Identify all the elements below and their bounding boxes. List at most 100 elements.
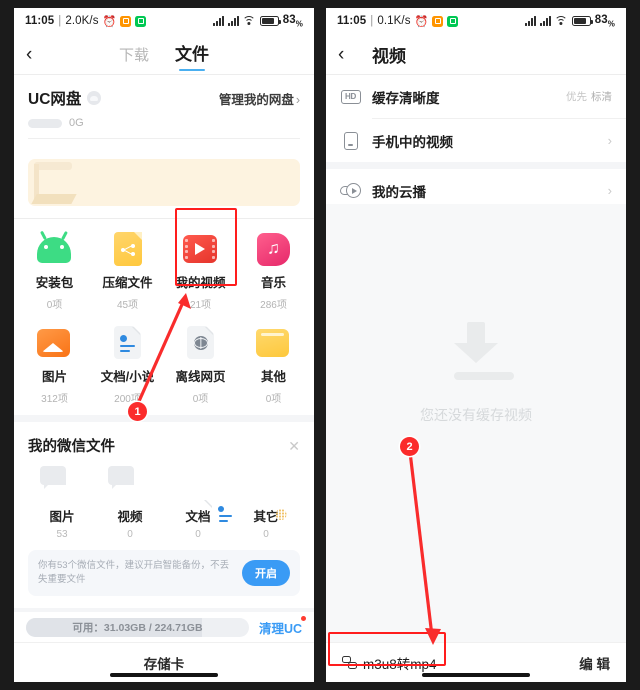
wechat-document-icon bbox=[180, 466, 232, 523]
right-section-gap bbox=[326, 162, 626, 169]
promo-banner-wrap[interactable] bbox=[14, 148, 314, 218]
tab-storage-card[interactable]: 存储卡 bbox=[144, 653, 185, 673]
alarm-icon: ⏰ bbox=[102, 15, 117, 28]
wechat-item-label: 图片 bbox=[49, 510, 75, 524]
battery-percent: 83% bbox=[595, 14, 615, 28]
row-value: 优先 标清 bbox=[566, 89, 612, 104]
status-left-group: 11:05 | 0.1K/s ⏰ bbox=[337, 15, 525, 28]
orange-app-icon bbox=[432, 15, 444, 27]
battery-icon bbox=[259, 15, 281, 26]
category-pictures[interactable]: 图片 312项 bbox=[18, 325, 91, 405]
uc-disk-size: 0G bbox=[69, 117, 84, 129]
hd-quality-icon: HD bbox=[340, 86, 361, 107]
uc-disk-usage: 0G bbox=[28, 117, 300, 129]
uc-disk-title: UC网盘 bbox=[28, 91, 82, 108]
category-count: 312项 bbox=[41, 394, 68, 405]
promo-banner[interactable] bbox=[28, 159, 300, 206]
category-archive[interactable]: 压缩文件 45项 bbox=[91, 231, 164, 311]
signal-bars-icon-1 bbox=[524, 15, 536, 26]
category-label: 安装包 bbox=[35, 276, 74, 290]
music-note-icon bbox=[256, 231, 292, 267]
home-indicator bbox=[110, 673, 218, 677]
wechat-item-count: 0 bbox=[127, 529, 133, 540]
wechat-item-other[interactable]: 其它 0 bbox=[232, 466, 300, 540]
android-apk-icon bbox=[36, 231, 73, 267]
wechat-other-folder-icon bbox=[248, 466, 284, 502]
left-phone-screen: 11:05 | 2.0K/s ⏰ 83% ‹ 下载 文件 UC网盘 管理我的网盘… bbox=[14, 8, 314, 682]
status-network-speed: 2.0K/s bbox=[65, 15, 99, 27]
clean-uc-label: 清理UC bbox=[258, 621, 302, 636]
wechat-backup-tip: 你有53个微信文件，建议开启智能备份，不丢失重要文件 开启 bbox=[28, 550, 300, 596]
wechat-item-label: 文档 bbox=[185, 510, 211, 524]
clean-uc-button[interactable]: 清理UC bbox=[258, 615, 306, 637]
wechat-item-count: 53 bbox=[56, 529, 68, 540]
category-offline-web[interactable]: 离线网页 0项 bbox=[164, 325, 237, 405]
m3u8-convert-button[interactable]: m3u8转mp4 bbox=[342, 653, 437, 673]
storage-bar: 可用：31.03GB / 224.71GB 清理UC bbox=[14, 612, 314, 642]
cloud-icon bbox=[87, 91, 102, 105]
enable-backup-button[interactable]: 开启 bbox=[242, 559, 290, 586]
status-network-speed: 0.1K/s bbox=[377, 15, 411, 27]
row-phone-videos[interactable]: 手机中的视频 › bbox=[326, 119, 626, 162]
zip-archive-icon bbox=[110, 231, 146, 267]
category-other[interactable]: 其他 0项 bbox=[237, 325, 310, 405]
uc-disk-card[interactable]: UC网盘 管理我的网盘 › 0G bbox=[14, 75, 314, 148]
battery-percent-value: 83 bbox=[282, 13, 296, 26]
storage-progress: 可用：31.03GB / 224.71GB bbox=[26, 617, 249, 637]
status-right-group: 83% bbox=[524, 14, 615, 28]
category-label: 图片 bbox=[41, 370, 67, 384]
wechat-section-header: 我的微信文件 ✕ bbox=[28, 435, 300, 456]
tab-files[interactable]: 文件 bbox=[175, 40, 209, 71]
empty-state-text: 您还没有缓存视频 bbox=[420, 407, 532, 423]
picture-icon bbox=[36, 325, 73, 361]
alarm-icon: ⏰ bbox=[414, 15, 429, 28]
chevron-right-icon: › bbox=[607, 183, 612, 198]
manage-disk-link[interactable]: 管理我的网盘 › bbox=[219, 89, 300, 108]
video-settings-list: HD 缓存清晰度 优先 标清 手机中的视频 › bbox=[326, 75, 626, 162]
category-documents[interactable]: 文档/小说 200项 bbox=[91, 325, 164, 405]
wechat-item-pictures[interactable]: 图片 53 bbox=[28, 466, 96, 540]
tab-downloads[interactable]: 下载 bbox=[119, 44, 149, 71]
m3u8-convert-label: m3u8转mp4 bbox=[363, 656, 437, 672]
signal-bars-icon-2 bbox=[539, 15, 551, 26]
category-label: 我的视频 bbox=[175, 276, 226, 290]
offline-web-globe-icon bbox=[183, 325, 219, 361]
category-apk[interactable]: 安装包 0项 bbox=[18, 231, 91, 311]
wechat-item-videos[interactable]: 视频 0 bbox=[96, 466, 164, 540]
right-status-bar: 11:05 | 0.1K/s ⏰ 83% bbox=[326, 8, 626, 34]
category-label: 文档/小说 bbox=[100, 370, 155, 384]
wechat-item-label: 视频 bbox=[117, 510, 143, 524]
category-label: 压缩文件 bbox=[102, 276, 153, 290]
percent-symbol: % bbox=[295, 19, 303, 29]
back-chevron-icon[interactable]: ‹ bbox=[26, 45, 48, 64]
wifi-icon bbox=[242, 15, 256, 26]
manage-disk-label: 管理我的网盘 bbox=[218, 92, 294, 107]
close-icon[interactable]: ✕ bbox=[288, 439, 300, 453]
row-cache-quality[interactable]: HD 缓存清晰度 优先 标清 bbox=[326, 75, 626, 118]
uc-disk-header: UC网盘 管理我的网盘 › bbox=[28, 87, 300, 109]
storage-text: 可用：31.03GB / 224.71GB bbox=[72, 621, 203, 634]
status-time: 11:05 bbox=[25, 15, 55, 27]
category-grid: 安装包 0项 压缩文件 45项 我的视频 21项 ♫ 音乐 286项 图片 31… bbox=[14, 219, 314, 415]
wechat-item-count: 0 bbox=[263, 529, 269, 540]
row-label: 缓存清晰度 bbox=[372, 90, 440, 106]
cloud-play-icon bbox=[340, 180, 361, 201]
edit-button[interactable]: 编 辑 bbox=[579, 653, 610, 673]
category-my-videos[interactable]: 我的视频 21项 bbox=[164, 231, 237, 311]
wechat-section-title: 我的微信文件 bbox=[28, 439, 115, 455]
status-right-group: 83% bbox=[212, 13, 303, 29]
banner-placeholder-3 bbox=[31, 194, 77, 204]
wechat-item-documents[interactable]: 文档 0 bbox=[164, 466, 232, 540]
status-time: 11:05 bbox=[337, 15, 367, 27]
banner-placeholder-1 bbox=[34, 162, 72, 170]
wechat-files-section: 我的微信文件 ✕ 图片 53 视频 0 文档 0 其它 0 你有53个微信文件，… bbox=[14, 422, 314, 596]
right-nav-bar: ‹ 视频 bbox=[326, 34, 626, 74]
row-value-prefix: 优先 bbox=[566, 91, 587, 103]
percent-symbol: % bbox=[607, 19, 615, 29]
back-chevron-icon[interactable]: ‹ bbox=[338, 45, 360, 64]
wechat-video-icon bbox=[108, 466, 148, 502]
wechat-tip-text: 你有53个微信文件，建议开启智能备份，不丢失重要文件 bbox=[38, 560, 230, 585]
category-music[interactable]: 音乐 286项 bbox=[237, 231, 310, 311]
row-label: 手机中的视频 bbox=[372, 134, 453, 150]
wechat-item-count: 0 bbox=[195, 529, 201, 540]
